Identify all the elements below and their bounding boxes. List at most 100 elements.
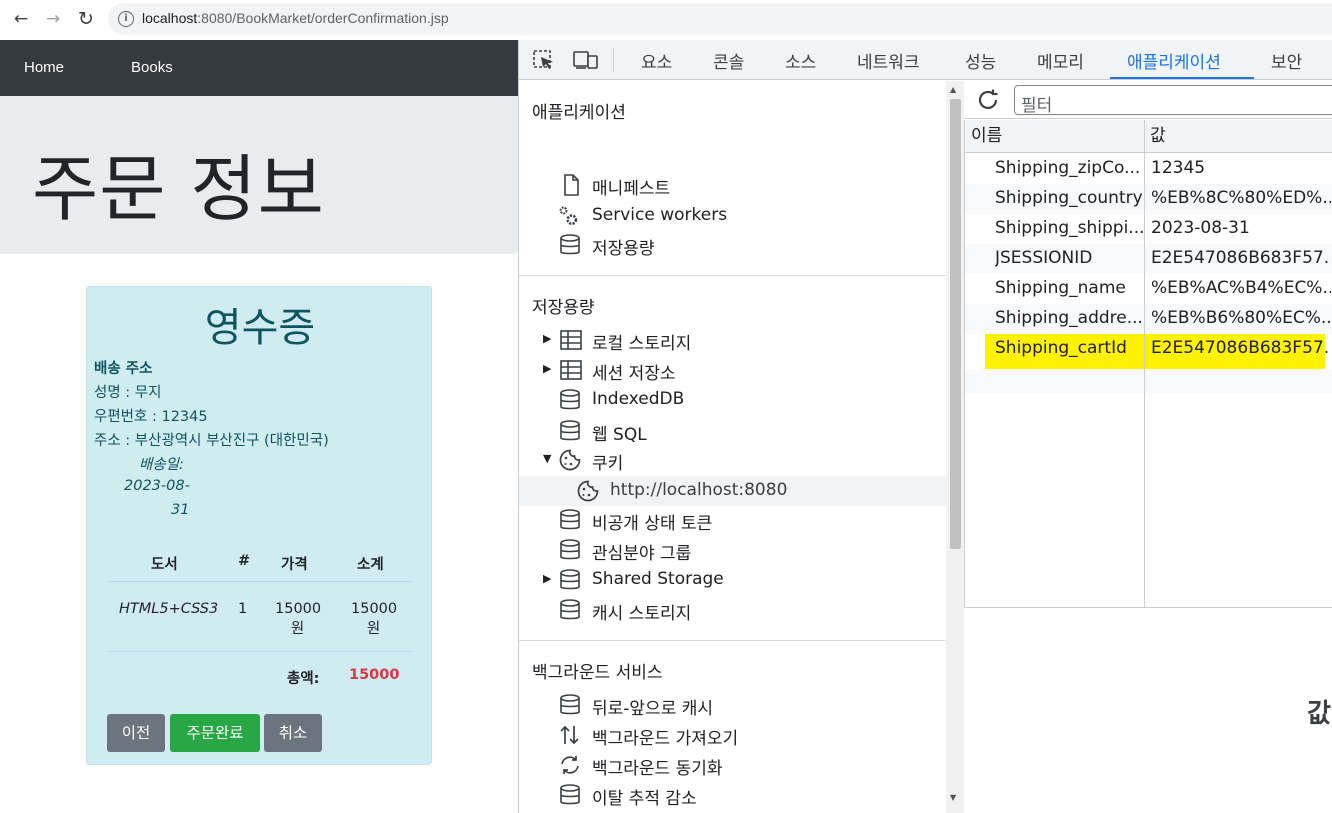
sidebar-item-shared-storage[interactable]: ▶ Shared Storage bbox=[519, 565, 946, 595]
address-bar: ← → ↻ i localhost:8080/BookMarket/orderC… bbox=[0, 0, 1332, 38]
sidebar-item-label: 세션 저장소 bbox=[592, 364, 676, 384]
sidebar-item-label: 웹 SQL bbox=[592, 425, 647, 445]
complete-order-button[interactable]: 주문완료 bbox=[170, 714, 260, 752]
sidebar-item-indexeddb[interactable]: IndexedDB bbox=[519, 385, 946, 415]
sidebar-item-web-sql[interactable]: 웹 SQL bbox=[519, 416, 946, 446]
row-subtotal-amount: 15000 bbox=[351, 601, 398, 617]
sidebar-item-cache-storage[interactable]: 캐시 스토리지 bbox=[519, 595, 946, 625]
tab-sources[interactable]: 소스 bbox=[785, 48, 816, 80]
cookie-name: Shipping_addre... bbox=[995, 308, 1143, 328]
sidebar-item-bounce-tracking[interactable]: 이탈 추적 감소 bbox=[519, 780, 946, 810]
table-divider bbox=[107, 581, 413, 582]
database-icon bbox=[560, 389, 580, 410]
forward-icon[interactable]: → bbox=[42, 8, 64, 30]
site-navbar: Home Books bbox=[0, 40, 518, 96]
sidebar-item-service-workers[interactable]: Service workers bbox=[519, 201, 946, 231]
section-divider bbox=[519, 275, 946, 276]
prev-button[interactable]: 이전 bbox=[107, 714, 165, 752]
table-row[interactable]: JSESSIONID E2E547086B683F57... bbox=[965, 244, 1332, 274]
table-divider bbox=[107, 651, 413, 652]
file-icon bbox=[564, 174, 579, 196]
tab-network[interactable]: 네트워크 bbox=[857, 48, 920, 80]
expand-arrow-icon[interactable]: ▶ bbox=[543, 332, 551, 345]
section-title-background-services: 백그라운드 서비스 bbox=[532, 663, 663, 683]
scrollbar-thumb[interactable] bbox=[950, 99, 961, 549]
sidebar-item-cookie-origin[interactable]: http://localhost:8080 bbox=[519, 476, 946, 506]
devtools-panel: 요소 콘솔 소스 네트워크 성능 메모리 애플리케이션 보안 애플리케이션 매니… bbox=[518, 40, 1332, 813]
sidebar-item-label: 로컬 스토리지 bbox=[592, 334, 692, 354]
reload-icon[interactable]: ↻ bbox=[75, 8, 97, 30]
table-row[interactable]: Shipping_addre... %EB%B6%80%EC%... bbox=[965, 304, 1332, 334]
receipt-card: 영수증 배송 주소 성명 : 무지 우편번호 : 12345 주소 : 부산광역… bbox=[86, 286, 432, 765]
cookie-table: 이름 값 Shipping_zipCo... 12345 Shipping_co… bbox=[964, 120, 1332, 608]
application-sidebar: 애플리케이션 매니페스트 Service workers 저장용량 저장용량 ▶… bbox=[519, 81, 946, 813]
table-icon bbox=[560, 330, 582, 350]
ship-date-value-cont: 31 bbox=[171, 502, 190, 518]
sidebar-item-manifest[interactable]: 매니페스트 bbox=[519, 170, 946, 200]
tab-console[interactable]: 콘솔 bbox=[713, 48, 744, 80]
tab-performance[interactable]: 성능 bbox=[965, 48, 996, 80]
sidebar-item-cookies[interactable]: ▼ 쿠키 bbox=[519, 445, 946, 475]
info-icon[interactable]: i bbox=[118, 11, 134, 27]
sidebar-item-label: 캐시 스토리지 bbox=[592, 604, 692, 624]
shipping-zip: 우편번호 : 12345 bbox=[94, 409, 208, 425]
cookie-value: E2E547086B683F57... bbox=[1151, 248, 1331, 268]
database-icon bbox=[560, 234, 580, 255]
nav-home-link[interactable]: Home bbox=[24, 59, 64, 76]
ship-date-label: 배송일: bbox=[139, 457, 184, 473]
gears-icon bbox=[559, 206, 578, 226]
section-title-application: 애플리케이션 bbox=[532, 103, 626, 123]
tab-memory[interactable]: 메모리 bbox=[1037, 48, 1084, 80]
scroll-up-icon[interactable]: ▲ bbox=[950, 85, 956, 94]
tab-elements[interactable]: 요소 bbox=[641, 48, 672, 80]
sidebar-item-interest-groups[interactable]: 관심분야 그룹 bbox=[519, 535, 946, 565]
sidebar-item-storage[interactable]: 저장용량 bbox=[519, 230, 946, 260]
table-row[interactable]: Shipping_shippi... 2023-08-31 bbox=[965, 214, 1332, 244]
cancel-button[interactable]: 취소 bbox=[264, 714, 322, 752]
inspect-element-icon[interactable] bbox=[533, 50, 555, 70]
web-page: Home Books 주문 정보 영수증 배송 주소 성명 : 무지 우편번호 … bbox=[0, 40, 518, 813]
tab-application[interactable]: 애플리케이션 bbox=[1127, 48, 1221, 80]
device-toolbar-icon[interactable] bbox=[573, 50, 599, 70]
table-row[interactable]: Shipping_zipCo... 12345 bbox=[965, 154, 1332, 184]
cookie-name: Shipping_shippi... bbox=[995, 218, 1143, 238]
col-header-name[interactable]: 이름 bbox=[965, 120, 1144, 153]
table-row-highlighted[interactable]: Shipping_cartId E2E547086B683F57... bbox=[965, 334, 1332, 368]
sidebar-item-label: 관심분야 그룹 bbox=[592, 544, 692, 564]
expand-arrow-icon[interactable]: ▶ bbox=[543, 362, 551, 375]
row-price-unit: 원 bbox=[290, 621, 305, 637]
scroll-down-icon[interactable]: ▼ bbox=[950, 793, 956, 802]
sidebar-item-background-sync[interactable]: 백그라운드 동기화 bbox=[519, 750, 946, 780]
sidebar-item-private-state-tokens[interactable]: 비공개 상태 토큰 bbox=[519, 505, 946, 535]
cookie-icon bbox=[577, 480, 599, 502]
sidebar-item-local-storage[interactable]: ▶ 로컬 스토리지 bbox=[519, 325, 946, 355]
url-text[interactable]: localhost:8080/BookMarket/orderConfirmat… bbox=[142, 10, 449, 26]
col-header-value[interactable]: 값 bbox=[1144, 120, 1332, 153]
receipt-title: 영수증 bbox=[204, 305, 316, 351]
sidebar-item-label: 백그라운드 가져오기 bbox=[592, 729, 739, 749]
shipping-name: 성명 : 무지 bbox=[94, 385, 162, 401]
table-row[interactable]: Shipping_country %EB%8C%80%ED%... bbox=[965, 184, 1332, 214]
row-book: HTML5+CSS3 bbox=[119, 601, 219, 617]
sidebar-item-bfcache[interactable]: 뒤로-앞으로 캐시 bbox=[519, 690, 946, 720]
cookie-name: Shipping_name bbox=[995, 278, 1126, 298]
sidebar-scrollbar[interactable]: ▲ ▼ bbox=[946, 81, 964, 813]
collapse-arrow-icon[interactable]: ▼ bbox=[543, 452, 551, 465]
tab-security[interactable]: 보안 bbox=[1271, 48, 1302, 80]
table-row[interactable]: Shipping_name %EB%AC%B4%EC%... bbox=[965, 274, 1332, 304]
database-icon bbox=[560, 784, 580, 805]
nav-books-link[interactable]: Books bbox=[131, 59, 173, 76]
refresh-icon[interactable] bbox=[976, 88, 1000, 112]
database-icon bbox=[560, 539, 580, 560]
filter-input[interactable]: 필터 bbox=[1014, 85, 1332, 116]
cookie-value: %EB%8C%80%ED%... bbox=[1151, 188, 1331, 208]
cookie-name: Shipping_cartId bbox=[995, 338, 1127, 358]
sidebar-item-label: 비공개 상태 토큰 bbox=[592, 514, 713, 534]
sidebar-item-label: Service workers bbox=[592, 205, 728, 225]
omnibox[interactable]: i localhost:8080/BookMarket/orderConfirm… bbox=[108, 3, 1332, 35]
sidebar-item-session-storage[interactable]: ▶ 세션 저장소 bbox=[519, 355, 946, 385]
back-icon[interactable]: ← bbox=[10, 8, 32, 30]
expand-arrow-icon[interactable]: ▶ bbox=[543, 572, 551, 585]
sidebar-item-background-fetch[interactable]: 백그라운드 가져오기 bbox=[519, 720, 946, 750]
sidebar-item-label: http://localhost:8080 bbox=[610, 480, 788, 500]
